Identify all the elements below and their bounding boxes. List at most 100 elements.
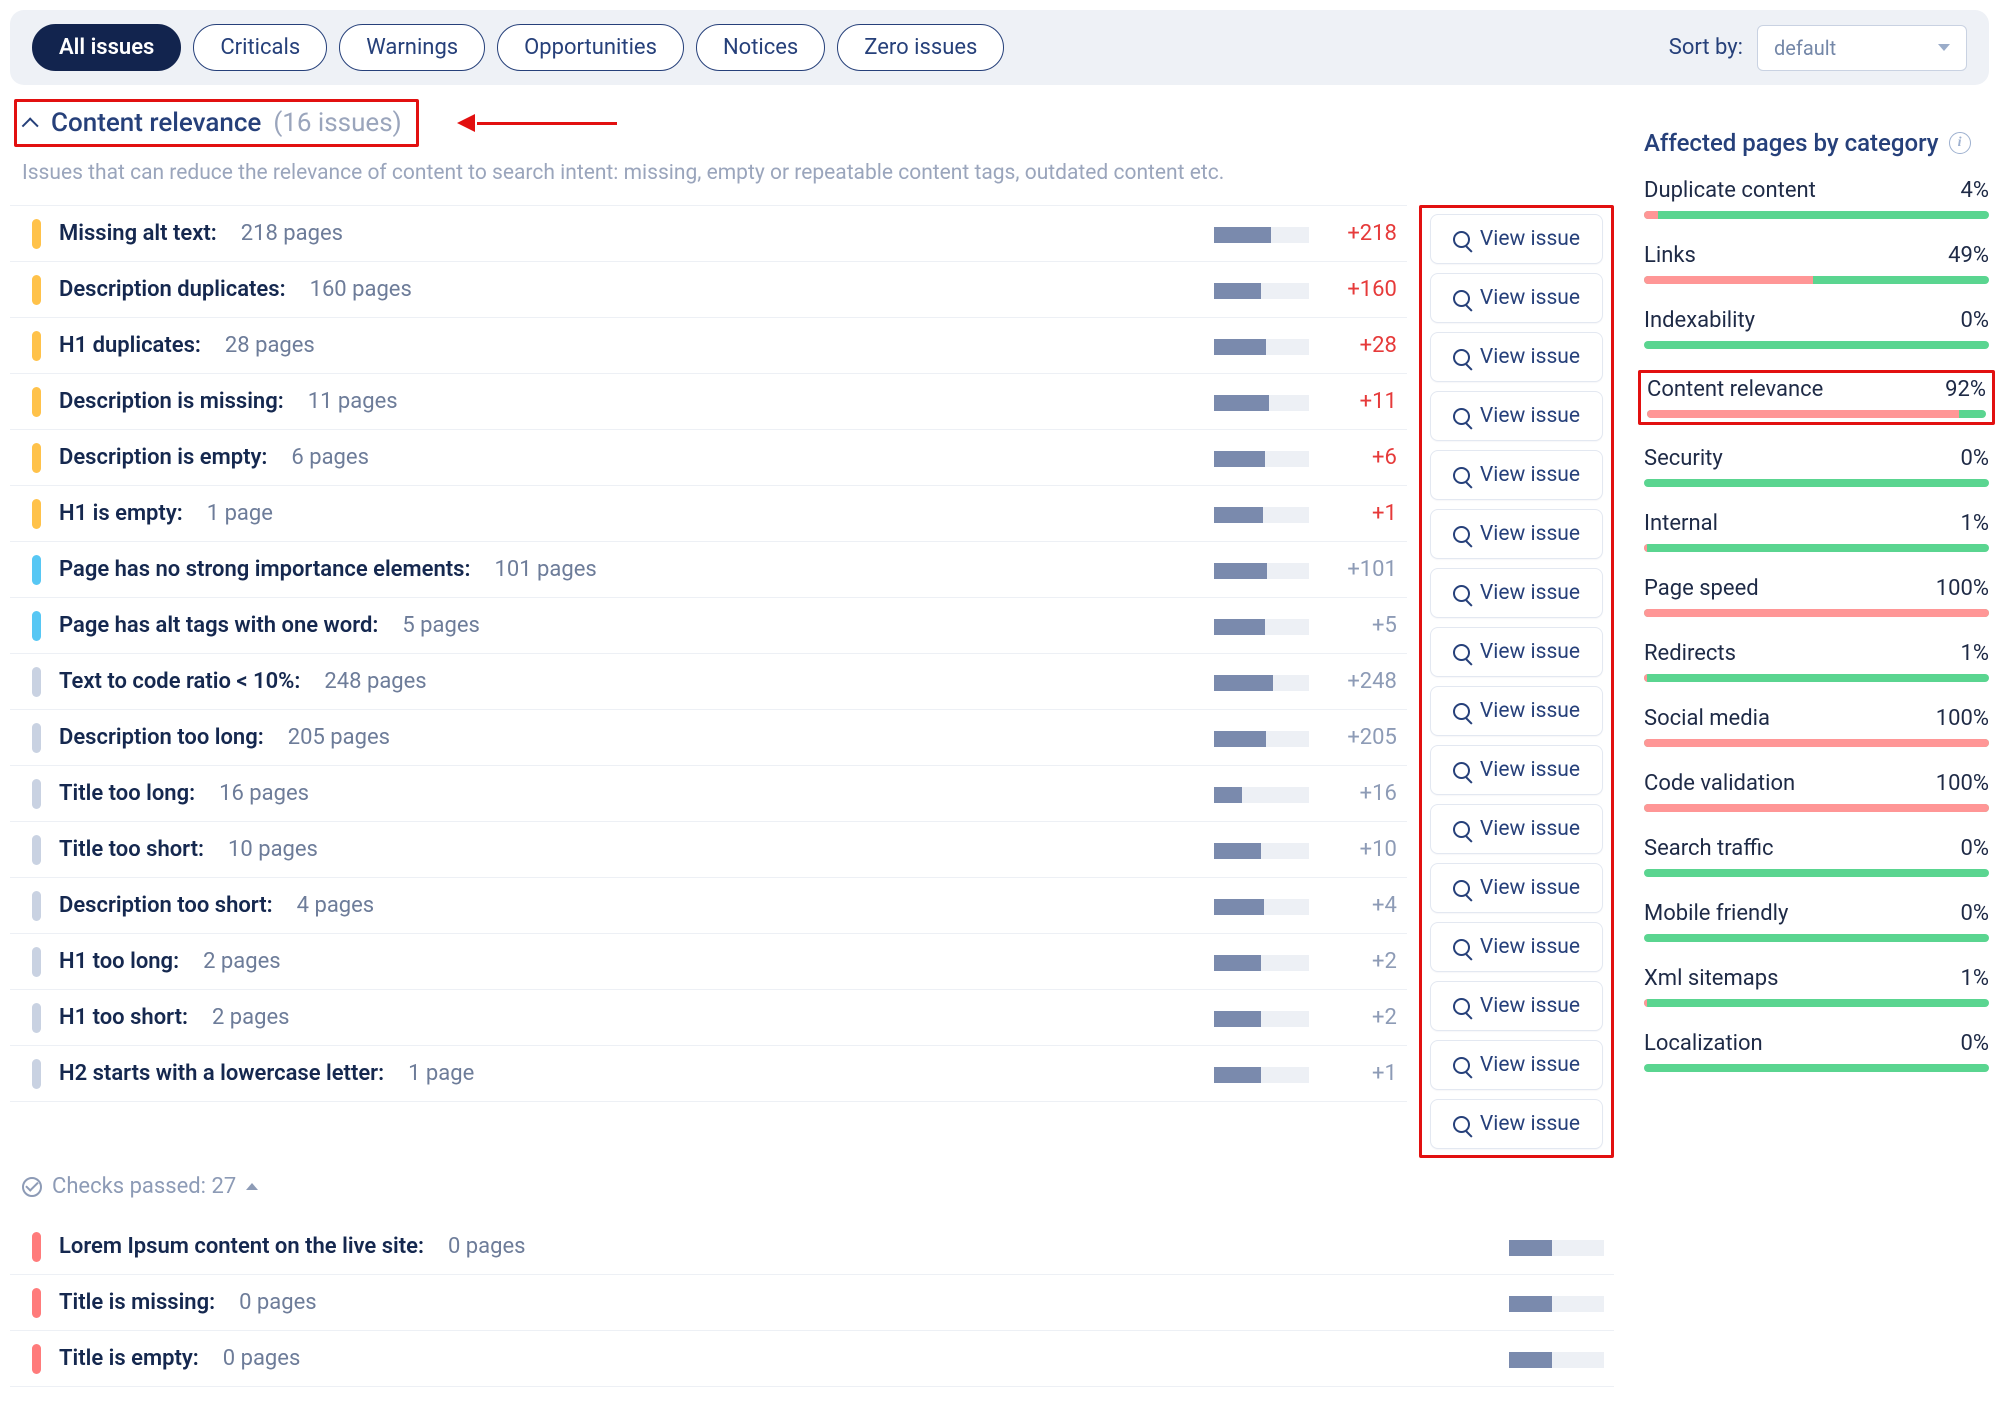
issue-page-count: 248 pages xyxy=(324,669,426,694)
category-item[interactable]: Xml sitemaps1% xyxy=(1644,963,1989,1010)
category-bar xyxy=(1644,999,1989,1007)
delta-value: +160 xyxy=(1327,277,1397,302)
view-issue-button[interactable]: View issue xyxy=(1430,214,1603,264)
chevron-up-icon xyxy=(22,117,39,134)
issue-page-count: 1 page xyxy=(207,501,273,526)
issue-name: Title is empty: xyxy=(59,1346,199,1371)
issue-page-count: 2 pages xyxy=(203,949,281,974)
view-issue-button[interactable]: View issue xyxy=(1430,863,1603,913)
trend-bar xyxy=(1214,449,1309,467)
view-issue-button[interactable]: View issue xyxy=(1430,627,1603,677)
info-icon[interactable]: i xyxy=(1949,132,1971,154)
delta-value: +11 xyxy=(1327,389,1397,414)
category-item[interactable]: Links49% xyxy=(1644,240,1989,287)
view-issue-button[interactable]: View issue xyxy=(1430,1099,1603,1149)
category-item[interactable]: Redirects1% xyxy=(1644,638,1989,685)
category-item[interactable]: Indexability0% xyxy=(1644,305,1989,352)
category-item[interactable]: Search traffic0% xyxy=(1644,833,1989,880)
category-name: Search traffic xyxy=(1644,836,1774,861)
category-item[interactable]: Security0% xyxy=(1644,443,1989,490)
category-percent: 0% xyxy=(1961,901,1989,926)
filter-pill-warnings[interactable]: Warnings xyxy=(339,24,485,71)
checks-passed-label: Checks passed: 27 xyxy=(52,1174,236,1199)
category-bar xyxy=(1644,341,1989,349)
view-issue-button[interactable]: View issue xyxy=(1430,686,1603,736)
filter-bar: All issues Criticals Warnings Opportunities… xyxy=(10,10,1989,85)
category-item[interactable]: Social media100% xyxy=(1644,703,1989,750)
view-issue-button[interactable]: View issue xyxy=(1430,804,1603,854)
issue-name: Description is missing: xyxy=(59,389,284,414)
filter-pill-zero[interactable]: Zero issues xyxy=(837,24,1004,71)
issue-page-count: 16 pages xyxy=(219,781,309,806)
category-item[interactable]: Duplicate content 4% xyxy=(1644,175,1989,222)
severity-marker xyxy=(32,611,41,641)
issue-name: H1 too long: xyxy=(59,949,179,974)
category-percent: 4% xyxy=(1961,178,1989,203)
view-issue-button[interactable]: View issue xyxy=(1430,922,1603,972)
category-item[interactable]: Code validation100% xyxy=(1644,768,1989,815)
category-name: Internal xyxy=(1644,511,1718,536)
category-name: Duplicate content xyxy=(1644,178,1816,203)
sort-dropdown[interactable]: default xyxy=(1757,25,1967,71)
category-item[interactable]: Page speed100% xyxy=(1644,573,1989,620)
delta-value: +205 xyxy=(1327,725,1397,750)
issue-page-count: 11 pages xyxy=(308,389,398,414)
filter-pill-notices[interactable]: Notices xyxy=(696,24,825,71)
view-issue-button[interactable]: View issue xyxy=(1430,332,1603,382)
category-item[interactable]: Mobile friendly 0% xyxy=(1644,898,1989,945)
delta-value: +5 xyxy=(1327,613,1397,638)
search-icon xyxy=(1453,880,1470,897)
category-bar xyxy=(1644,739,1989,747)
search-icon xyxy=(1453,585,1470,602)
category-percent: 0% xyxy=(1961,1031,1989,1056)
section-description: Issues that can reduce the relevance of … xyxy=(22,161,1614,185)
filter-pills: All issues Criticals Warnings Opportunities… xyxy=(32,24,1004,71)
issue-page-count: 28 pages xyxy=(225,333,315,358)
view-issue-button[interactable]: View issue xyxy=(1430,981,1603,1031)
issue-row: Description duplicates:160 pages+160 xyxy=(10,262,1407,318)
category-bar xyxy=(1644,211,1989,219)
trend-bar xyxy=(1214,897,1309,915)
trend-bar xyxy=(1214,561,1309,579)
sidebar: Affected pages by category i Duplicate c… xyxy=(1644,99,1989,1093)
search-icon xyxy=(1453,703,1470,720)
view-issue-button[interactable]: View issue xyxy=(1430,391,1603,441)
view-issue-button[interactable]: View issue xyxy=(1430,568,1603,618)
category-percent: 1% xyxy=(1961,966,1989,991)
issue-page-count: 0 pages xyxy=(223,1346,301,1371)
trend-bar xyxy=(1214,617,1309,635)
trend-bar xyxy=(1214,225,1309,243)
category-name: Mobile friendly xyxy=(1644,901,1788,926)
section-header[interactable]: Content relevance (16 issues) xyxy=(14,99,419,147)
filter-pill-all[interactable]: All issues xyxy=(32,24,181,71)
issue-row: H1 duplicates:28 pages+28 xyxy=(10,318,1407,374)
search-icon xyxy=(1453,1116,1470,1133)
search-icon xyxy=(1453,408,1470,425)
category-percent: 92% xyxy=(1945,377,1986,402)
issue-row: Text to code ratio < 10%:248 pages+248 xyxy=(10,654,1407,710)
view-issue-button[interactable]: View issue xyxy=(1430,273,1603,323)
issue-page-count: 1 page xyxy=(408,1061,474,1086)
category-percent: 1% xyxy=(1961,511,1989,536)
issue-name: Text to code ratio < 10%: xyxy=(59,669,300,694)
passed-issues-list: Lorem Ipsum content on the live site:0 p… xyxy=(10,1219,1614,1387)
section-title: Content relevance xyxy=(51,108,261,138)
search-icon xyxy=(1453,349,1470,366)
filter-pill-criticals[interactable]: Criticals xyxy=(193,24,327,71)
delta-value: +2 xyxy=(1327,949,1397,974)
delta-value: +16 xyxy=(1327,781,1397,806)
view-issue-button[interactable]: View issue xyxy=(1430,450,1603,500)
category-item[interactable]: Internal 1% xyxy=(1644,508,1989,555)
trend-bar xyxy=(1214,393,1309,411)
checks-passed-toggle[interactable]: Checks passed: 27 xyxy=(10,1158,1614,1219)
issue-row: Description too short:4 pages+4 xyxy=(10,878,1407,934)
filter-pill-opportunities[interactable]: Opportunities xyxy=(497,24,684,71)
category-item[interactable]: Content relevance92% xyxy=(1638,370,1995,425)
view-issue-button[interactable]: View issue xyxy=(1430,745,1603,795)
delta-value: +10 xyxy=(1327,837,1397,862)
delta-value: +6 xyxy=(1327,445,1397,470)
sort-value: default xyxy=(1774,36,1836,60)
view-issue-button[interactable]: View issue xyxy=(1430,509,1603,559)
view-issue-button[interactable]: View issue xyxy=(1430,1040,1603,1090)
category-item[interactable]: Localization0% xyxy=(1644,1028,1989,1075)
